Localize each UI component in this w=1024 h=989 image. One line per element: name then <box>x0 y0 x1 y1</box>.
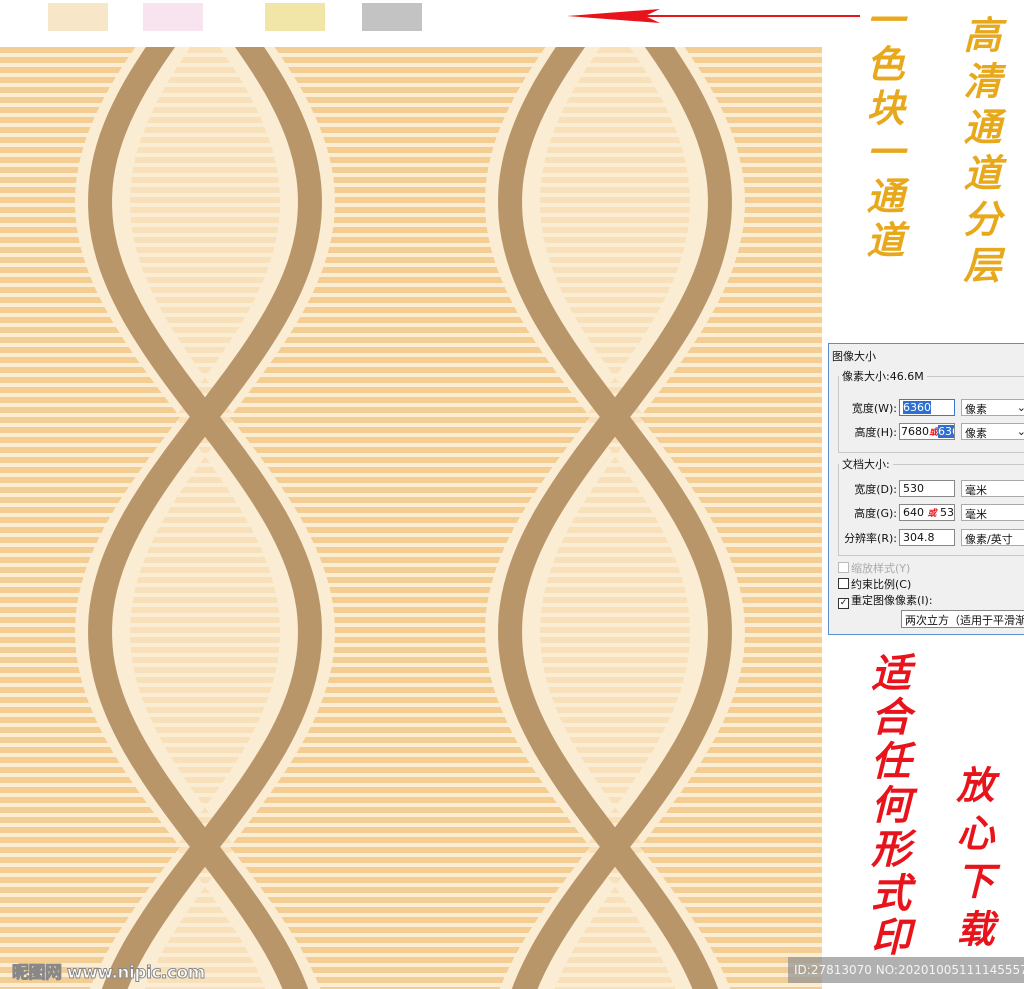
pixel-height-label: 高度(H): <box>854 426 897 439</box>
chevron-down-icon: ⌄ <box>1017 401 1024 414</box>
swatch-gray <box>362 3 422 31</box>
annotation-channel-per-color: 一色块一通道 <box>860 0 905 264</box>
doc-height-input[interactable]: 640 或 530 <box>899 504 955 521</box>
swatch-beige <box>48 3 108 31</box>
pixel-width-input[interactable]: 6360 <box>899 399 955 416</box>
watermark-site: 昵图网 www.nipic.com <box>12 963 206 984</box>
constrain-proportions-checkbox[interactable]: 约束比例(C) <box>838 576 911 592</box>
pixel-width-unit-select[interactable]: 像素 ⌄ <box>961 399 1024 416</box>
doc-height-label: 高度(G): <box>854 507 897 520</box>
swatch-yellow <box>265 3 325 31</box>
annotation-print: 适合任何形式印 <box>864 652 911 960</box>
annotation-hd-layers: 高清通道分层 <box>957 15 1002 291</box>
annotation-download: 放心下载 <box>950 765 995 957</box>
checkmark-icon: ✓ <box>838 598 849 609</box>
image-size-dialog: 图像大小 像素大小:46.6M 宽度(W): 6360 像素 ⌄ 高度(H): … <box>828 343 1024 635</box>
dialog-title: 图像大小 <box>832 350 876 363</box>
wallpaper-pattern <box>0 47 822 989</box>
resolution-unit-select[interactable]: 像素/英寸 <box>961 529 1024 546</box>
arrow-left-icon <box>567 9 860 23</box>
resample-image-checkbox[interactable]: ✓ 重定图像像素(I): <box>838 592 933 609</box>
swatch-pink <box>143 3 203 31</box>
pixel-height-input[interactable]: 7680或6360 <box>899 423 955 440</box>
doc-width-input[interactable]: 530 <box>899 480 955 497</box>
doc-height-unit-select[interactable]: 毫米 <box>961 504 1024 521</box>
chevron-down-icon: ⌄ <box>1017 425 1024 438</box>
watermark-id: ID:27813070 NO:20201005111145557080 <box>788 957 1024 983</box>
resample-method-select[interactable]: 两次立方（适用于平滑渐变 <box>901 610 1024 628</box>
pixel-width-label: 宽度(W): <box>851 402 897 415</box>
pixel-height-unit-select[interactable]: 像素 ⌄ <box>961 423 1024 440</box>
document-size-legend: 文档大小: <box>842 458 890 471</box>
resolution-label: 分辨率(R): <box>844 532 897 545</box>
resolution-input[interactable]: 304.8 <box>899 529 955 546</box>
pixel-dimensions-legend: 像素大小:46.6M <box>842 370 924 383</box>
doc-width-label: 宽度(D): <box>854 483 897 496</box>
doc-width-unit-select[interactable]: 毫米 <box>961 480 1024 497</box>
scale-styles-checkbox[interactable]: 缩放样式(Y) <box>838 560 910 576</box>
